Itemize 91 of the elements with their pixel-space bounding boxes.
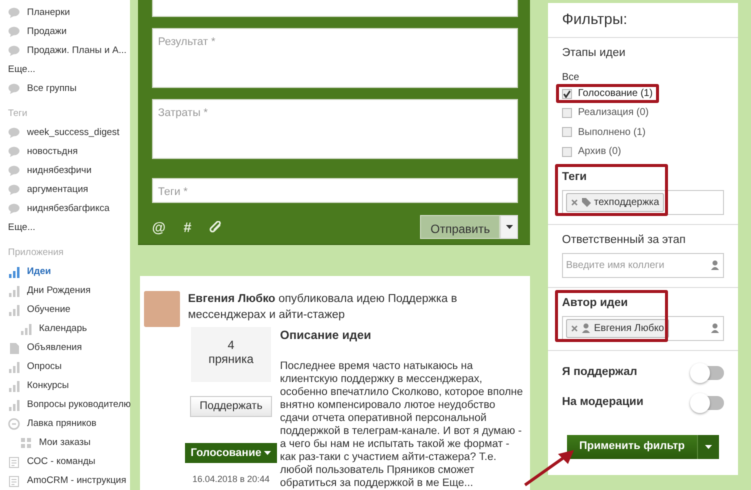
sidebar-item[interactable]: СОС - команды [27,452,96,471]
toggle-switch[interactable] [692,366,724,380]
caret-icon [264,451,272,455]
coin-icon [8,418,20,430]
filter-title: Фильтры: [548,3,738,38]
sidebar-item[interactable]: Продажи. Планы и А... [27,41,127,60]
sidebar-item[interactable]: Вопросы руководителю [27,395,131,414]
toggle-switch[interactable] [692,396,724,410]
sidebar-item[interactable]: Конкурсы [27,376,69,395]
sidebar-item[interactable]: Лавка пряников [27,414,96,433]
person-icon [581,323,591,333]
document-icon [8,342,20,354]
bar-chart-icon [20,322,32,334]
chip-field[interactable]: техподдержка [562,190,724,214]
sidebar-item[interactable]: week_success_digest [27,123,120,142]
sidebar-item[interactable]: Опросы [27,357,62,376]
chip-field[interactable]: Евгения Любко [562,316,724,340]
section-heading: Ответственный за этап [562,232,687,246]
section-heading: Этапы идеи [562,46,626,60]
chip-label: техподдержка [594,196,660,210]
bar-chart-icon [8,266,20,278]
section-heading: Приложения [8,246,65,260]
sidebar-item[interactable]: Дни Рождения [27,281,91,300]
sidebar-item[interactable]: аргументация [27,180,88,199]
remove-icon[interactable] [571,324,578,332]
chat-bubble-icon [8,184,20,196]
dropdown-button[interactable] [696,434,719,458]
toolbar-button[interactable]: @ [152,216,166,238]
more-link[interactable]: Еще... [442,477,474,489]
toolbar-button[interactable]: # [184,216,192,238]
bar-chart-icon [8,360,20,372]
checkmark-icon [563,90,571,98]
all-filter-link[interactable]: Все [562,71,724,84]
sidebar-item[interactable]: новостьдня [27,142,78,161]
bar-chart-icon [8,284,20,296]
sidebar-item[interactable]: Планерки [27,3,70,22]
list-document-icon [8,474,20,486]
toggle-label: Я поддержал [562,364,638,380]
section-heading: Автор идеи [562,296,629,310]
remove-icon[interactable] [571,198,578,206]
avatar-placeholder [144,291,180,327]
likes-unit: пряника [207,352,255,366]
person-icon [710,323,720,333]
sidebar-item[interactable]: Идеи [27,262,51,281]
section-heading: Теги [8,107,28,121]
sidebar-item[interactable]: ниднябезфичи [27,161,92,180]
stage-checkbox[interactable]: Архив (0) [556,142,628,161]
chat-bubble-icon [8,164,20,176]
send-button[interactable]: Отправить [420,215,500,239]
section-heading: Теги [562,170,588,184]
sidebar-item[interactable]: Календарь [39,319,87,338]
stage-dropdown-button[interactable]: Голосование [184,443,278,463]
stage-checkbox[interactable]: Реализация (0) [556,103,655,122]
more-link[interactable]: Еще... [8,60,36,79]
chat-bubble-icon [8,26,20,38]
bar-chart-icon [8,380,20,392]
more-link[interactable]: Еще... [8,218,36,237]
chip-label: Евгения Любко [594,322,664,336]
person-icon [710,260,720,270]
caret-icon [704,444,712,448]
chat-bubble-icon [8,202,20,214]
sidebar-item[interactable]: Объявления [27,338,82,357]
stage-checkbox[interactable]: Голосование (1) [556,84,659,103]
tag-icon [581,197,591,207]
description-title: Описание идеи [280,327,372,343]
toggle-label: На модерации [562,394,644,410]
apply-filter-button[interactable]: Применить фильтр [567,434,697,458]
chat-bubble-icon [8,126,20,138]
stage-checkbox[interactable]: Выполнено (1) [556,122,652,142]
support-button[interactable]: Поддержать [190,396,272,417]
grid-icon [20,436,32,448]
sidebar-item[interactable]: AmoCRM - инструкция [27,471,126,490]
sidebar-item[interactable]: Мои заказы [39,433,91,452]
sidebar-item[interactable]: Продажи [27,22,67,41]
paperclip-icon [209,220,222,234]
bar-chart-icon [8,304,20,316]
chat-bubble-icon [8,6,20,18]
caret-icon [506,225,512,229]
chat-bubble-icon [8,44,20,56]
post-headline: Евгения Любко опубликовала идею Поддержка в мессенджерах и айти-стажер [188,292,458,323]
likes-count: 4 [226,338,236,352]
sidebar-item[interactable]: Все группы [27,79,77,98]
sidebar-item[interactable]: Обучение [27,300,70,319]
sidebar-item[interactable]: ниднябезбагфикса [27,199,110,218]
list-document-icon [8,456,20,468]
chat-bubble-icon [8,82,20,94]
chat-bubble-icon [8,146,20,158]
bar-chart-icon [8,398,20,410]
description-text: Последнее время часто натыкаюсь на клиентскую поддержку в мессенджерах, особенно впечатлило Сколково, которое вполне внятно компенсировало лютое неудобство сдачи отчета оперативной персональной поддержкой в телеграм-канале. И вот я думаю - а чего бы нам не испытать такой же формат - как раз-таки с участием айти-стажера? Т.е. любой пользователь Пряников сможет обратиться за поддержкой в ме Еще... [280,360,524,490]
post-date: 16.04.2018 в 20:44 [192,473,270,486]
text-area-field[interactable] [152,0,518,17]
